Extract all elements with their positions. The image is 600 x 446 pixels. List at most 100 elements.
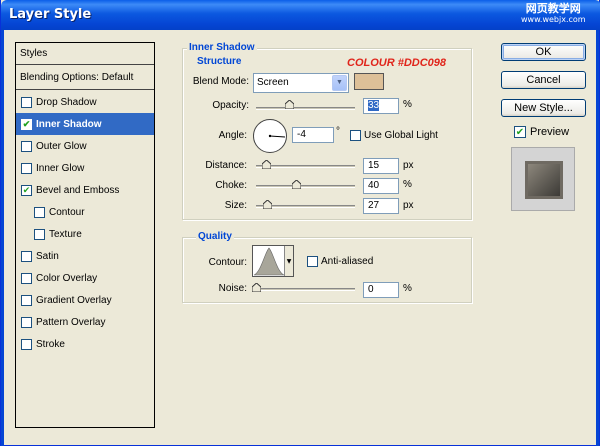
watermark-line2: www.webjx.com [521,15,586,24]
style-item-stroke[interactable]: Stroke [16,333,154,355]
watermark: 网页教学网 www.webjx.com [521,3,586,25]
style-checkbox[interactable] [21,140,32,152]
style-item-inner-shadow[interactable]: ✔ Inner Shadow [16,113,154,135]
distance-label: Distance: [205,160,247,171]
style-item-label: Bevel and Emboss [36,184,120,196]
contour-picker[interactable]: ▼ [252,245,294,277]
style-checkbox[interactable] [21,316,32,328]
style-item-drop-shadow[interactable]: Drop Shadow [16,91,154,113]
style-checkbox[interactable] [21,294,32,306]
choke-slider[interactable] [256,185,355,188]
style-item-texture[interactable]: Texture [16,223,154,245]
blend-mode-value: Screen [257,77,289,88]
new-style-button[interactable]: New Style... [501,99,586,117]
angle-value: -4 [297,129,306,140]
style-item-label: Gradient Overlay [36,294,112,306]
style-item-bevel-and-emboss[interactable]: ✔ Bevel and Emboss [16,179,154,201]
style-checkbox[interactable] [21,338,32,350]
choke-label: Choke: [215,180,247,191]
shadow-color-swatch[interactable] [354,73,384,90]
contour-label: Contour: [208,257,247,268]
style-item-color-overlay[interactable]: Color Overlay [16,267,154,289]
size-label: Size: [224,200,247,211]
choke-field[interactable]: 40 [363,178,399,194]
angle-field[interactable]: -4 [292,127,334,143]
style-item-inner-glow[interactable]: Inner Glow [16,157,154,179]
styles-list: Styles Blending Options: Default Drop Sh… [15,42,155,428]
blend-mode-select[interactable]: Screen ▼ [253,73,349,93]
contour-preview-icon [253,247,285,276]
opacity-label: Opacity: [212,100,249,111]
style-item-label: Texture [49,228,82,240]
noise-slider-thumb[interactable] [252,283,261,292]
window-border-right [596,30,599,446]
noise-value: 0 [368,284,374,295]
style-item-label: Stroke [36,338,65,350]
choke-slider-thumb[interactable] [291,180,301,189]
style-item-label: Pattern Overlay [36,316,106,328]
style-checkbox[interactable] [21,272,32,284]
size-field[interactable]: 27 [363,198,399,214]
colour-note: COLOUR #DDC098 [347,57,447,69]
choke-value: 40 [368,180,380,191]
anti-aliased-checkbox[interactable] [307,256,318,267]
style-item-label: Outer Glow [36,140,87,152]
style-item-label: Satin [36,250,59,262]
style-checkbox[interactable] [34,206,45,218]
style-item-satin[interactable]: Satin [16,245,154,267]
anti-aliased-label: Anti-aliased [321,256,374,267]
style-preview-thumbnail [511,147,575,211]
style-checkbox[interactable] [21,162,32,174]
style-checkbox[interactable] [34,228,45,240]
preview-checkbox[interactable]: ✔ [514,126,526,138]
noise-label: Noise: [218,283,247,294]
style-item-label: Contour [49,206,85,218]
size-unit: px [403,200,414,211]
size-value: 27 [368,200,380,211]
preview-label: Preview [530,126,570,138]
use-global-light-checkbox[interactable] [350,130,361,141]
distance-slider-thumb[interactable] [261,160,271,169]
degree-unit: ° [336,126,340,137]
style-checkbox[interactable] [21,96,32,108]
distance-field[interactable]: 15 [363,158,399,174]
opacity-unit: % [403,99,412,110]
style-item-label: Inner Glow [36,162,85,174]
style-checkbox[interactable]: ✔ [21,118,32,130]
noise-slider[interactable] [256,288,355,291]
style-item-contour[interactable]: Contour [16,201,154,223]
styles-header[interactable]: Styles [16,43,154,65]
opacity-slider[interactable] [256,107,355,110]
blending-options-item[interactable]: Blending Options: Default [16,66,154,90]
title-bar[interactable]: Layer Style 网页教学网 www.webjx.com [1,0,600,30]
style-checkbox[interactable]: ✔ [21,184,32,196]
chevron-down-icon: ▼ [332,75,347,91]
noise-field[interactable]: 0 [363,282,399,298]
choke-unit: % [403,179,412,190]
window-title: Layer Style [9,7,92,22]
distance-unit: px [403,160,414,171]
structure-title: Structure [195,56,244,67]
inner-shadow-title: Inner Shadow [187,42,257,53]
style-checkbox[interactable] [21,250,32,262]
quality-title: Quality [196,231,234,242]
noise-unit: % [403,283,412,294]
style-preview-swatch [525,161,563,199]
ok-button[interactable]: OK [501,43,586,61]
cancel-button[interactable]: Cancel [501,71,586,89]
size-slider-thumb[interactable] [262,200,272,209]
watermark-line1: 网页教学网 [525,2,581,15]
opacity-slider-thumb[interactable] [284,100,294,109]
style-item-outer-glow[interactable]: Outer Glow [16,135,154,157]
angle-label: Angle: [218,130,247,141]
style-item-label: Drop Shadow [36,96,97,108]
blend-mode-label: Blend Mode: [192,76,249,87]
opacity-value: 33 [368,100,380,111]
style-item-gradient-overlay[interactable]: Gradient Overlay [16,289,154,311]
opacity-field[interactable]: 33 [363,98,399,114]
style-item-pattern-overlay[interactable]: Pattern Overlay [16,311,154,333]
contour-dropdown-arrow-icon[interactable]: ▼ [284,246,293,276]
style-item-label: Inner Shadow [36,118,102,130]
angle-dial[interactable] [252,118,288,154]
layer-style-dialog: Layer Style 网页教学网 www.webjx.com Styles B… [0,0,600,446]
